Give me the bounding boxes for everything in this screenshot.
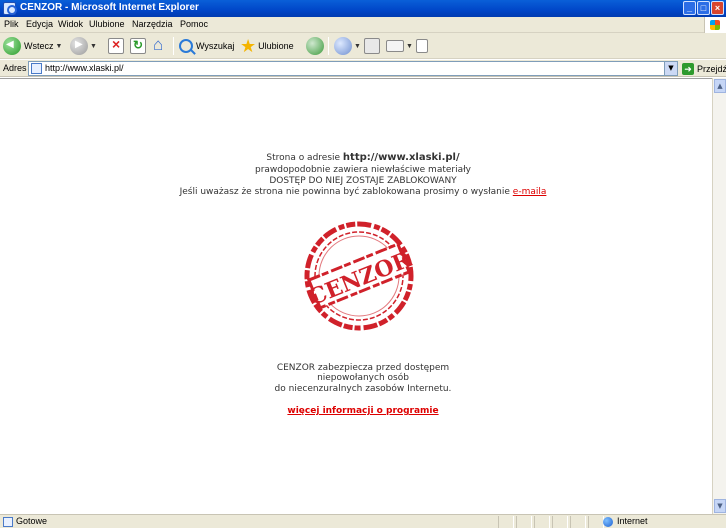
blocked-url: http://www.xlaski.pl/ xyxy=(342,152,460,163)
menu-bar: Plik Edycja Widok Ulubione Narzędzia Pom… xyxy=(0,17,726,33)
status-pane xyxy=(516,516,532,528)
mail-dropdown-icon: ▼ xyxy=(354,42,361,50)
info-line-1: CENZOR zabezpiecza przed dostępem xyxy=(276,363,450,373)
edit-icon xyxy=(386,40,404,52)
address-dropdown-icon[interactable]: ▼ xyxy=(664,62,677,75)
favorites-label: Ulubione xyxy=(258,41,294,51)
status-text: Gotowe xyxy=(16,516,48,526)
back-dropdown-icon: ▼ xyxy=(55,42,63,50)
address-url: http://www.xlaski.pl/ xyxy=(45,63,124,73)
title-bar: CENZOR - Microsoft Internet Explorer _ □… xyxy=(0,0,726,17)
menu-favorites[interactable]: Ulubione xyxy=(89,19,125,29)
stop-icon xyxy=(108,36,124,54)
address-bar: Adres http://www.xlaski.pl/ ▼ ➜ Przejdź xyxy=(0,60,726,77)
refresh-button[interactable] xyxy=(130,36,146,56)
blocked-url-line: Strona o adresie http://www.xlaski.pl/ xyxy=(0,152,726,163)
status-pane xyxy=(552,516,568,528)
favorites-button[interactable]: ★ Ulubione xyxy=(240,36,294,56)
toolbar-separator xyxy=(328,37,329,55)
vertical-scrollbar[interactable]: ▲ ▼ xyxy=(712,78,726,514)
address-input[interactable]: http://www.xlaski.pl/ ▼ xyxy=(28,61,678,76)
star-icon: ★ xyxy=(240,35,257,56)
discuss-button[interactable] xyxy=(416,36,428,56)
print-icon xyxy=(364,38,380,54)
menu-help[interactable]: Pomoc xyxy=(180,19,208,29)
status-bar: Gotowe Internet xyxy=(0,514,726,528)
info-line-3: do niecenzuralnych zasobów Internetu. xyxy=(274,384,452,394)
info-line-2: niepowołanych osób xyxy=(317,373,409,383)
blocked-notice: DOSTĘP DO NIEJ ZOSTAJE ZABLOKOWANY xyxy=(269,176,457,186)
toolbar-separator xyxy=(173,37,174,55)
status-pane xyxy=(498,516,514,528)
history-icon xyxy=(306,37,324,55)
minimize-button[interactable]: _ xyxy=(683,1,696,15)
search-button[interactable]: Wyszukaj xyxy=(179,36,234,56)
menu-edit[interactable]: Edycja xyxy=(26,19,53,29)
forward-dropdown-icon: ▼ xyxy=(90,42,97,50)
internet-zone-icon xyxy=(603,517,613,527)
status-pane xyxy=(534,516,550,528)
menu-view[interactable]: Widok xyxy=(58,19,83,29)
email-link[interactable]: e-maila xyxy=(513,187,547,197)
mail-icon xyxy=(334,37,352,55)
back-arrow-icon xyxy=(3,37,21,55)
url-line-prefix: Strona o adresie xyxy=(266,153,343,163)
cenzor-stamp-logo: CENZOR xyxy=(304,221,415,331)
toolbar: Wstecz ▼ ▼ Wyszukaj ★ Ulubione ▼ ▼ xyxy=(0,33,726,59)
stop-button[interactable] xyxy=(108,36,124,56)
address-label: Adres xyxy=(3,63,27,73)
forward-arrow-icon xyxy=(70,37,88,55)
more-info-link[interactable]: więcej informacji o programie xyxy=(287,406,438,416)
zone-text: Internet xyxy=(617,516,648,526)
discuss-icon xyxy=(416,39,428,53)
warning-line: prawdopodobnie zawiera niewłaściwe mater… xyxy=(255,165,471,175)
close-button[interactable]: × xyxy=(711,1,724,15)
go-arrow-icon: ➜ xyxy=(682,62,694,75)
menu-tools[interactable]: Narzędzia xyxy=(132,19,173,29)
ie-icon xyxy=(3,2,17,15)
go-button[interactable]: ➜ Przejdź xyxy=(682,61,726,76)
search-label: Wyszukaj xyxy=(196,41,235,51)
forward-button[interactable]: ▼ xyxy=(70,36,97,56)
page-icon xyxy=(31,63,42,74)
home-button[interactable] xyxy=(152,35,168,56)
refresh-icon xyxy=(130,38,146,54)
mail-button[interactable]: ▼ xyxy=(334,36,361,56)
go-label: Przejdź xyxy=(697,63,726,74)
back-button[interactable]: Wstecz ▼ xyxy=(3,36,62,56)
more-info-row: więcej informacji o programie xyxy=(0,406,726,416)
window-title: CENZOR - Microsoft Internet Explorer xyxy=(20,2,199,13)
back-label: Wstecz xyxy=(24,41,54,51)
page-status-icon xyxy=(3,517,13,527)
scroll-up-icon[interactable]: ▲ xyxy=(714,79,726,93)
scroll-down-icon[interactable]: ▼ xyxy=(714,499,726,513)
print-button[interactable] xyxy=(364,36,380,56)
windows-logo-icon xyxy=(704,17,726,33)
home-icon xyxy=(152,35,168,55)
edit-button[interactable]: ▼ xyxy=(386,36,413,56)
status-pane xyxy=(570,516,586,528)
maximize-button[interactable]: □ xyxy=(697,1,710,15)
history-button[interactable] xyxy=(306,36,324,56)
appeal-line: Jeśli uważasz że strona nie powinna być … xyxy=(0,187,726,197)
appeal-text: Jeśli uważasz że strona nie powinna być … xyxy=(179,187,513,197)
status-pane xyxy=(588,516,604,528)
menu-file[interactable]: Plik xyxy=(4,19,19,29)
edit-dropdown-icon: ▼ xyxy=(406,42,413,50)
search-icon xyxy=(179,39,193,53)
